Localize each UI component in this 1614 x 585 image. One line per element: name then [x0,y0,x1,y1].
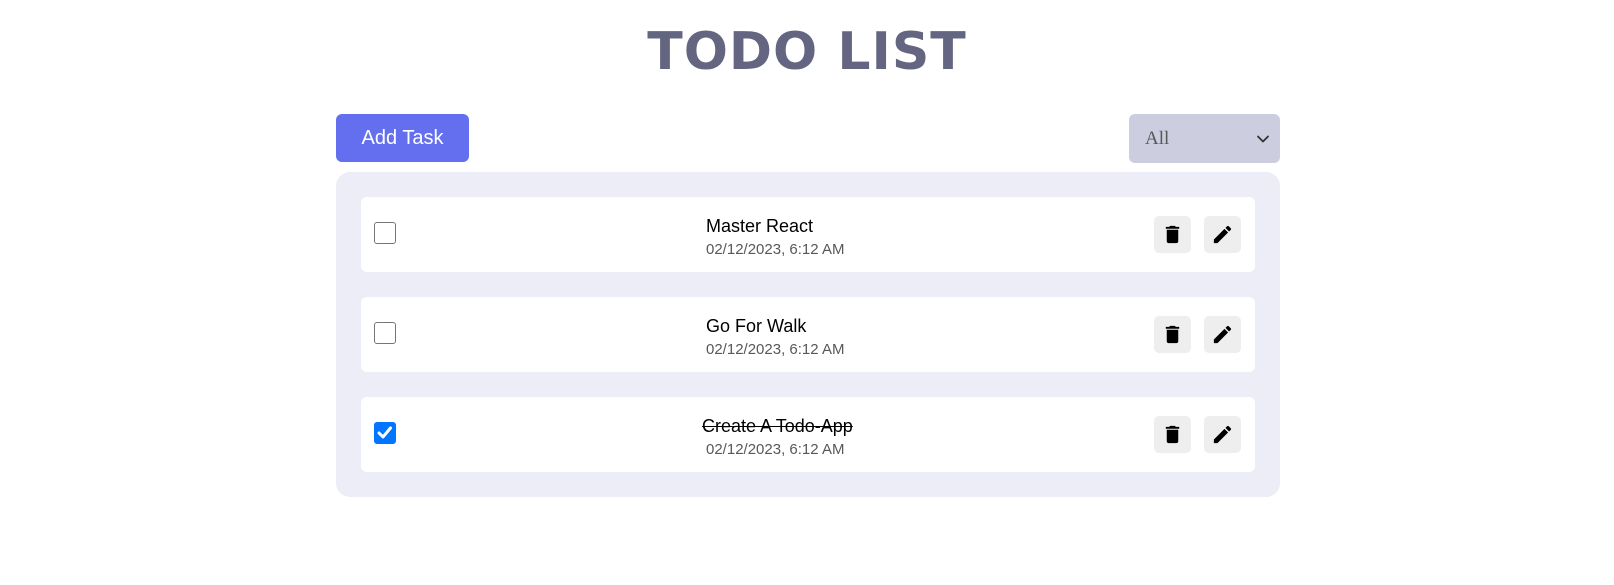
trash-icon [1165,325,1180,344]
checkmark-icon [377,426,392,439]
pencil-icon [1213,225,1232,244]
task-title: Master React [706,216,814,236]
trash-icon [1165,225,1180,244]
chevron-down-icon [1257,135,1269,143]
pencil-icon [1213,325,1232,344]
status-filter-select[interactable]: All [1129,114,1280,163]
task-checkbox[interactable] [374,222,396,244]
task-list: Master React 02/12/2023, 6:12 AM Go For … [336,172,1280,497]
edit-button[interactable] [1204,216,1241,253]
task-title: Create A Todo-App [702,416,853,436]
page-title: TODO LIST [647,22,967,82]
edit-button[interactable] [1204,416,1241,453]
delete-button[interactable] [1154,416,1191,453]
task-checkbox[interactable] [374,322,396,344]
filter-selected-value: All [1145,128,1170,149]
trash-icon [1165,425,1180,444]
toolbar: Add Task All [336,114,1280,163]
pencil-icon [1213,425,1232,444]
task-timestamp: 02/12/2023, 6:12 AM [706,341,845,358]
list-item: Create A Todo-App 02/12/2023, 6:12 AM [361,397,1255,472]
delete-button[interactable] [1154,316,1191,353]
task-checkbox[interactable] [374,422,396,444]
list-item: Master React 02/12/2023, 6:12 AM [361,197,1255,272]
edit-button[interactable] [1204,316,1241,353]
task-timestamp: 02/12/2023, 6:12 AM [706,241,845,258]
list-item: Go For Walk 02/12/2023, 6:12 AM [361,297,1255,372]
task-timestamp: 02/12/2023, 6:12 AM [706,441,845,458]
add-task-button[interactable]: Add Task [336,114,469,162]
todo-app: TODO LIST Add Task All Master React 02/1… [0,0,1614,585]
delete-button[interactable] [1154,216,1191,253]
task-title: Go For Walk [706,316,807,336]
